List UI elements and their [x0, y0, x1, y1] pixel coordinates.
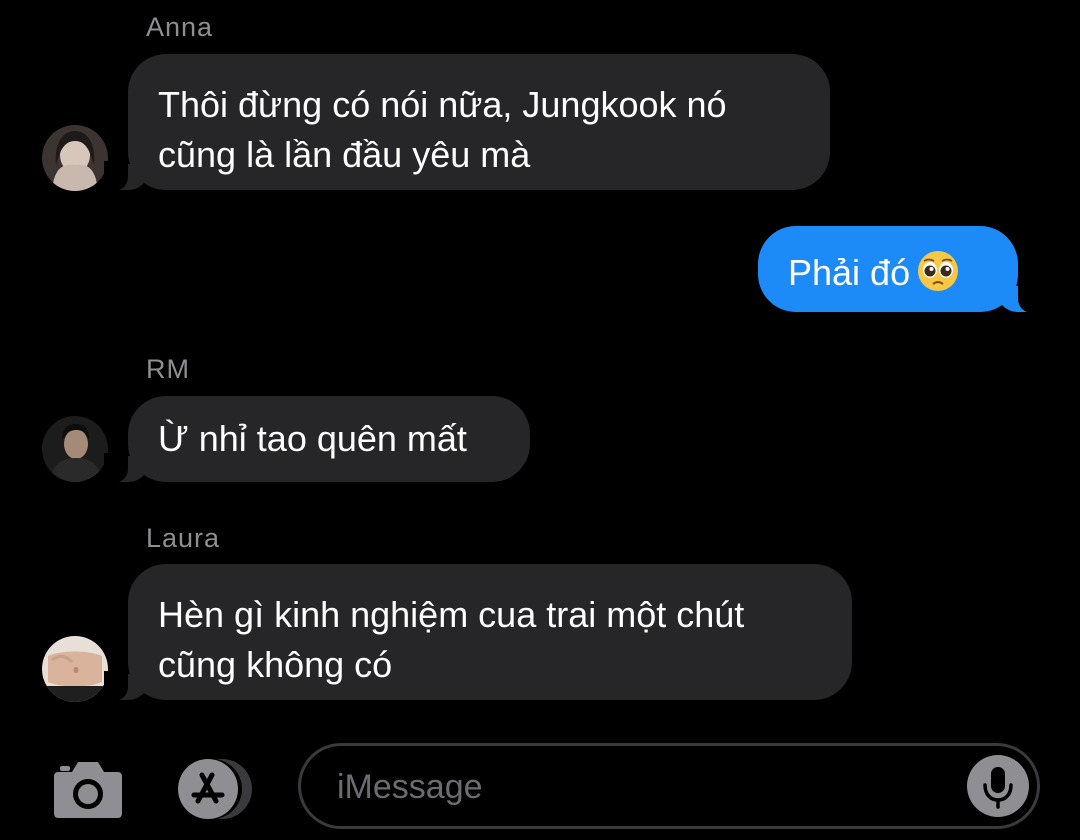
- message-line: cũng là lần đầu yêu mà: [158, 134, 531, 175]
- app-store-icon[interactable]: [172, 757, 262, 826]
- message-line: cũng không có: [158, 644, 393, 685]
- camera-icon[interactable]: [52, 758, 124, 825]
- message-bubble-rm[interactable]: Ừ nhỉ tao quên mất: [104, 396, 530, 483]
- message-input-placeholder: iMessage: [337, 768, 483, 806]
- message-line: Thôi đừng có nói nữa, Jungkook nó: [158, 84, 727, 125]
- avatar-rm[interactable]: [42, 416, 108, 482]
- pleading-face-icon: [916, 249, 960, 293]
- sender-name-rm: RM: [146, 354, 190, 384]
- sender-name-anna: Anna: [146, 12, 214, 42]
- microphone-icon[interactable]: [967, 755, 1029, 817]
- sender-name-laura: Laura: [146, 523, 221, 553]
- message-bubble-laura[interactable]: Hèn gì kinh nghiệm cua trai một chút cũn…: [104, 564, 852, 701]
- message-bubble-outgoing[interactable]: Phải đó: [758, 226, 1042, 313]
- message-line: Hèn gì kinh nghiệm cua trai một chút: [158, 594, 745, 635]
- message-input[interactable]: iMessage: [298, 743, 1040, 829]
- avatar-laura[interactable]: [42, 636, 108, 702]
- message-text: Phải đó: [788, 252, 911, 293]
- avatar-anna[interactable]: [42, 125, 108, 191]
- message-bubble-anna[interactable]: Thôi đừng có nói nữa, Jungkook nó cũng l…: [104, 54, 830, 191]
- message-text: Ừ nhỉ tao quên mất: [158, 418, 467, 459]
